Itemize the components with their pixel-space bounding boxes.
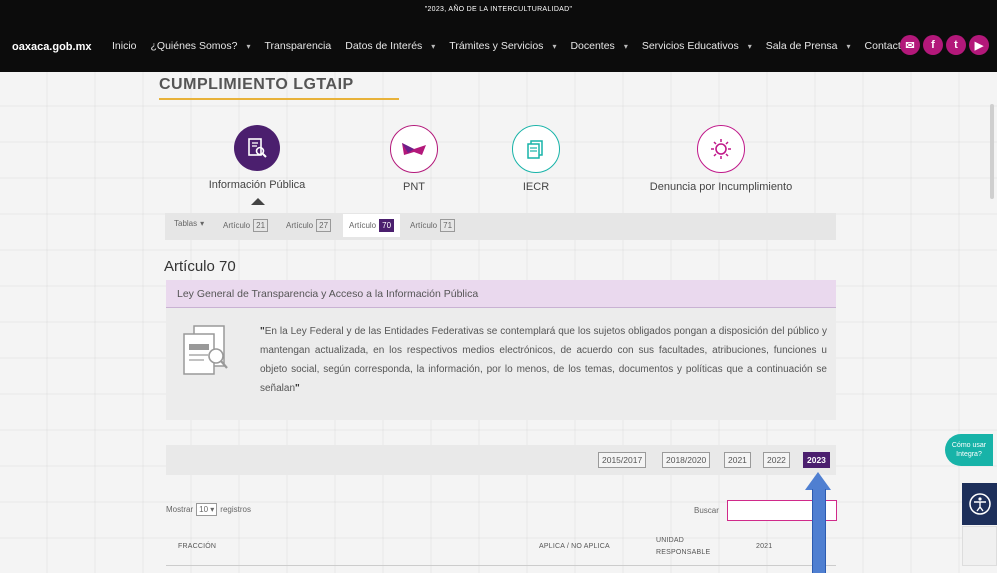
category-label: Información Pública <box>208 179 306 191</box>
nav-datos-interes[interactable]: Datos de Interés ▾ <box>345 40 442 52</box>
year-button-2022[interactable]: 2022 <box>763 452 790 468</box>
twitter-icon[interactable]: t <box>946 35 966 55</box>
recaptcha-badge[interactable] <box>962 526 997 566</box>
nav-servicios-educativos[interactable]: Servicios Educativos ▾ <box>642 40 759 52</box>
category-label: IECR <box>522 181 550 193</box>
category-iecr[interactable]: IECR <box>466 125 606 193</box>
category-denuncia[interactable]: Denuncia por Incumplimiento <box>626 125 816 193</box>
article-title: Artículo 70 <box>164 258 236 275</box>
nav-quienes-somos[interactable]: ¿Quiénes Somos? ▾ <box>151 40 258 52</box>
year-button-2018-2020[interactable]: 2018/2020 <box>662 452 711 468</box>
tab-articulo-21[interactable]: Artículo 21 <box>223 219 269 232</box>
top-navbar: "2023, AÑO DE LA INTERCULTURALIDAD" oaxa… <box>0 0 997 72</box>
close-quote-icon: " <box>295 383 300 394</box>
tab-articulo-27[interactable]: Artículo 27 <box>286 219 332 232</box>
column-header-fraccion[interactable]: FRACCIÓN <box>178 543 216 550</box>
table-divider <box>166 565 836 566</box>
page-title: CUMPLIMIENTO LGTAIP <box>159 76 354 93</box>
tab-articulo-71[interactable]: Artículo 71 <box>410 219 456 232</box>
column-header-2021[interactable]: 2021 <box>756 543 772 550</box>
nav-docentes[interactable]: Docentes ▾ <box>570 40 634 52</box>
social-links: ✉ f t ▶ <box>900 35 989 55</box>
chevron-down-icon: ▾ <box>210 505 215 514</box>
chevron-down-icon: ▾ <box>846 42 851 51</box>
chevron-down-icon: ▾ <box>747 42 752 51</box>
documents-icon <box>512 125 560 173</box>
category-informacion-publica[interactable]: Información Pública <box>187 125 327 191</box>
category-pnt[interactable]: PNT <box>344 125 484 193</box>
title-underline <box>159 98 399 100</box>
tab-articulo-70[interactable]: Artículo 70 <box>343 214 401 237</box>
column-header-unidad[interactable]: UNIDAD RESPONSABLE <box>656 535 716 559</box>
email-icon[interactable]: ✉ <box>900 35 920 55</box>
entries-select[interactable]: 10 ▾ <box>196 503 218 516</box>
category-label: Denuncia por Incumplimiento <box>649 181 793 193</box>
law-name: Ley General de Transparencia y Acceso a … <box>177 288 479 300</box>
category-label: PNT <box>403 181 425 193</box>
year-button-2021[interactable]: 2021 <box>724 452 751 468</box>
arrow-annotation-shaft <box>812 489 826 573</box>
documents-icon <box>180 322 238 385</box>
nav-sala-prensa[interactable]: Sala de Prensa ▾ <box>766 40 858 52</box>
accessibility-icon[interactable] <box>962 483 997 525</box>
tab-tablas-menu[interactable]: Tablas ▾ <box>174 219 204 228</box>
law-quote: "En la Ley Federal y de las Entidades Fe… <box>260 326 827 394</box>
year-button-2023[interactable]: 2023 <box>803 452 830 468</box>
chevron-down-icon: ▾ <box>200 219 205 228</box>
nav-inicio[interactable]: Inicio <box>112 40 144 52</box>
alert-icon <box>697 125 745 173</box>
chevron-down-icon: ▾ <box>552 42 557 51</box>
slogan: "2023, AÑO DE LA INTERCULTURALIDAD" <box>424 6 573 13</box>
arrow-annotation-head <box>805 472 831 490</box>
chevron-down-icon: ▾ <box>623 42 628 51</box>
entries-length-control: Mostrar 10 ▾ registros <box>166 503 251 516</box>
scrollbar-thumb[interactable] <box>990 104 994 199</box>
column-header-aplica[interactable]: APLICA / NO APLICA <box>539 543 610 550</box>
help-widget-button[interactable]: Cómo usar Integra? <box>945 434 993 466</box>
active-category-indicator <box>251 198 265 205</box>
chevron-down-icon: ▾ <box>246 42 251 51</box>
search-label: Buscar <box>694 506 719 515</box>
nav-transparencia[interactable]: Transparencia <box>265 40 339 52</box>
year-button-2015-2017[interactable]: 2015/2017 <box>598 452 647 468</box>
document-search-icon <box>234 125 280 171</box>
brand-link[interactable]: oaxaca.gob.mx <box>12 41 91 53</box>
facebook-icon[interactable]: f <box>923 35 943 55</box>
pnt-logo-icon <box>390 125 438 173</box>
youtube-icon[interactable]: ▶ <box>969 35 989 55</box>
nav-tramites[interactable]: Trámites y Servicios ▾ <box>449 40 563 52</box>
chevron-down-icon: ▾ <box>431 42 436 51</box>
main-nav: Inicio ¿Quiénes Somos? ▾ Transparencia Da… <box>112 40 934 52</box>
